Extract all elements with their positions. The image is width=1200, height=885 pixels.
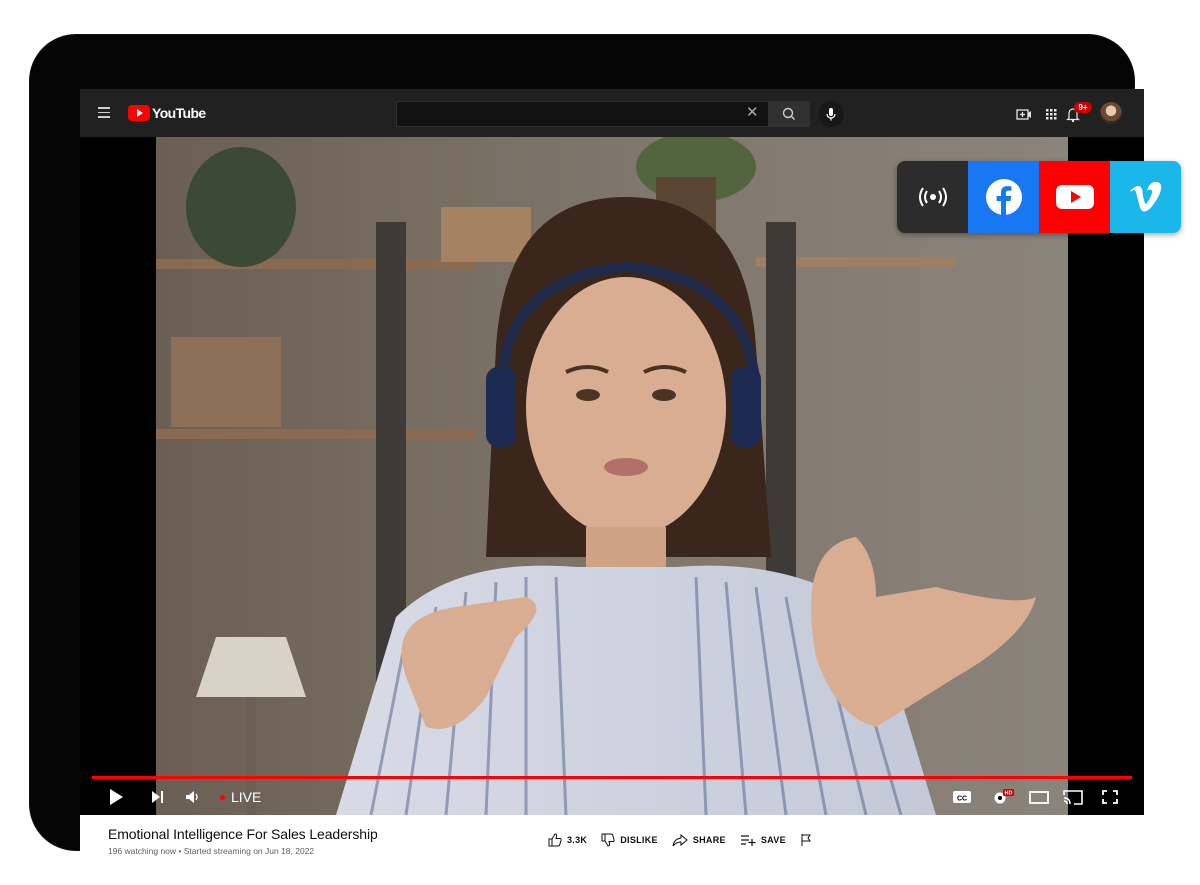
theater-mode-icon[interactable] xyxy=(1028,788,1050,806)
like-button[interactable]: 3.3K xyxy=(548,833,587,847)
save-label: SAVE xyxy=(760,835,786,845)
youtube-logo-icon xyxy=(128,105,150,121)
tablet-frame: YouTube ✕ 9+ LIVE CC HD Emotional Intell… xyxy=(30,35,1144,865)
microphone-icon xyxy=(826,108,836,121)
like-count: 3.3K xyxy=(567,835,588,845)
live-broadcast-icon xyxy=(918,187,947,207)
captions-icon[interactable]: CC xyxy=(952,788,972,806)
settings-hd-icon[interactable]: HD xyxy=(992,788,1016,806)
action-bar: 3.3K DISLIKE SHARE SAVE xyxy=(548,833,826,847)
top-bar: YouTube ✕ 9+ xyxy=(80,89,1144,137)
share-label: SHARE xyxy=(692,835,726,845)
create-video-icon[interactable] xyxy=(1015,105,1033,123)
destination-youtube[interactable] xyxy=(1039,161,1110,233)
svg-text:CC: CC xyxy=(957,796,967,803)
apps-grid-icon[interactable] xyxy=(1042,105,1060,123)
video-title[interactable]: Emotional Intelligence For Sales Leaders… xyxy=(108,826,378,842)
fullscreen-icon[interactable] xyxy=(1100,788,1120,806)
play-icon[interactable] xyxy=(108,788,124,806)
dislike-button[interactable]: DISLIKE xyxy=(601,833,658,847)
thumbs-down-icon xyxy=(601,833,615,847)
video-frame-image xyxy=(156,137,1068,815)
clear-search-icon[interactable]: ✕ xyxy=(746,103,759,123)
share-button[interactable]: SHARE xyxy=(672,833,726,847)
youtube-icon xyxy=(1055,185,1094,209)
live-dot xyxy=(220,794,225,800)
save-button[interactable]: SAVE xyxy=(740,833,786,847)
notification-count-badge: 9+ xyxy=(1074,102,1092,113)
destination-vimeo[interactable] xyxy=(1110,161,1181,233)
video-player[interactable] xyxy=(156,137,1068,815)
destination-facebook[interactable] xyxy=(968,161,1039,233)
live-label: LIVE xyxy=(231,789,262,805)
add-to-playlist-icon xyxy=(740,835,756,846)
logo-text: YouTube xyxy=(152,105,206,121)
search-button[interactable] xyxy=(768,101,810,127)
live-indicator[interactable]: LIVE xyxy=(220,788,261,806)
player-controls: LIVE CC HD xyxy=(80,779,1144,815)
youtube-logo[interactable]: YouTube xyxy=(128,104,206,122)
cast-icon[interactable] xyxy=(1062,788,1084,806)
flag-icon xyxy=(801,834,811,846)
video-info-bar: Emotional Intelligence For Sales Leaders… xyxy=(80,815,1144,865)
stream-destinations xyxy=(897,161,1181,233)
destination-live[interactable] xyxy=(897,161,968,233)
thumbs-up-icon xyxy=(548,833,562,847)
avatar[interactable] xyxy=(1100,102,1122,124)
search-icon xyxy=(782,107,795,120)
video-meta: 196 watching now • Started streaming on … xyxy=(108,846,315,856)
facebook-icon xyxy=(985,179,1022,215)
report-button[interactable] xyxy=(800,833,812,847)
menu-icon[interactable] xyxy=(98,107,110,118)
next-icon[interactable] xyxy=(150,788,166,806)
voice-search-button[interactable] xyxy=(818,101,844,127)
svg-text:HD: HD xyxy=(1005,791,1013,797)
vimeo-icon xyxy=(1129,181,1161,212)
volume-icon[interactable] xyxy=(184,788,202,806)
dislike-label: DISLIKE xyxy=(620,835,658,845)
share-icon xyxy=(672,833,688,847)
search-input[interactable] xyxy=(396,101,768,127)
